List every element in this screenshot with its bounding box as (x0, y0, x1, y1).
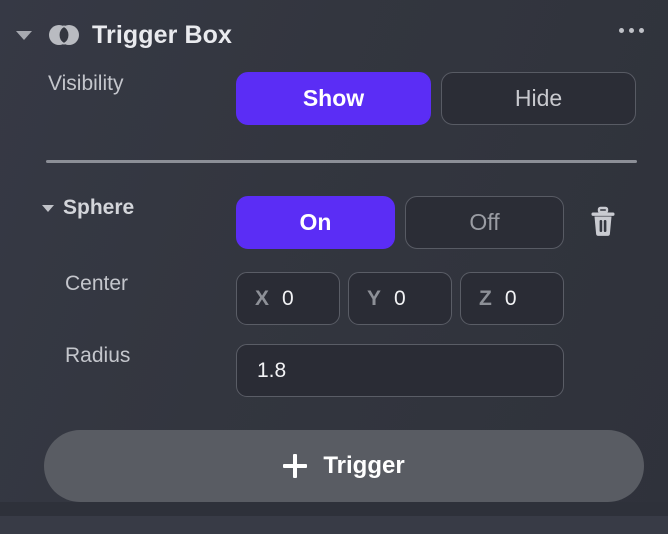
visibility-hide-label: Hide (514, 85, 563, 111)
panel-bottom-shade (0, 502, 668, 516)
axis-x-label: X (255, 286, 270, 310)
chevron-down-icon[interactable] (42, 204, 54, 212)
visibility-show-button[interactable]: Show (236, 72, 431, 125)
center-y-input[interactable]: Y 0 (348, 272, 452, 325)
visibility-show-label: Show (302, 85, 365, 111)
center-y-value: 0 (394, 286, 406, 310)
sphere-off-label: Off (469, 209, 500, 235)
add-trigger-label: Trigger (323, 452, 405, 479)
radius-label: Radius (65, 344, 131, 367)
sphere-delete-button[interactable] (583, 200, 623, 244)
center-z-input[interactable]: Z 0 (460, 272, 564, 325)
center-z-value: 0 (504, 286, 517, 310)
axis-y-label: Y (367, 286, 382, 310)
add-trigger-button[interactable]: Trigger (44, 430, 644, 502)
triangle-down-icon[interactable] (16, 30, 32, 40)
center-label: Center (65, 272, 129, 295)
section-divider (46, 160, 637, 163)
center-row: Center (65, 272, 128, 296)
radius-value: 1.8 (257, 358, 287, 382)
sphere-label: Sphere (63, 196, 135, 219)
radius-input[interactable]: 1.8 (236, 344, 564, 397)
sphere-on-label: On (299, 209, 332, 235)
trigger-box-panel: Trigger Box Visibility Show Hide Sphere … (0, 0, 668, 534)
sphere-row: Sphere (42, 196, 134, 220)
axis-z-label: Z (479, 286, 492, 310)
trash-icon (591, 206, 615, 236)
visibility-hide-button[interactable]: Hide (441, 72, 636, 125)
more-horizontal-icon[interactable] (615, 24, 648, 37)
venn-intersection-icon (49, 25, 79, 45)
page-title: Trigger Box (92, 20, 233, 49)
panel-bottom-band (0, 516, 668, 534)
center-x-value: 0 (282, 286, 294, 310)
visibility-row: Visibility (48, 72, 123, 96)
sphere-off-button[interactable]: Off (405, 196, 564, 249)
sphere-on-button[interactable]: On (236, 196, 395, 249)
panel-header: Trigger Box (0, 0, 668, 70)
radius-row: Radius (65, 344, 130, 368)
plus-icon (283, 454, 308, 478)
center-x-input[interactable]: X 0 (236, 272, 340, 325)
visibility-label: Visibility (48, 72, 124, 95)
